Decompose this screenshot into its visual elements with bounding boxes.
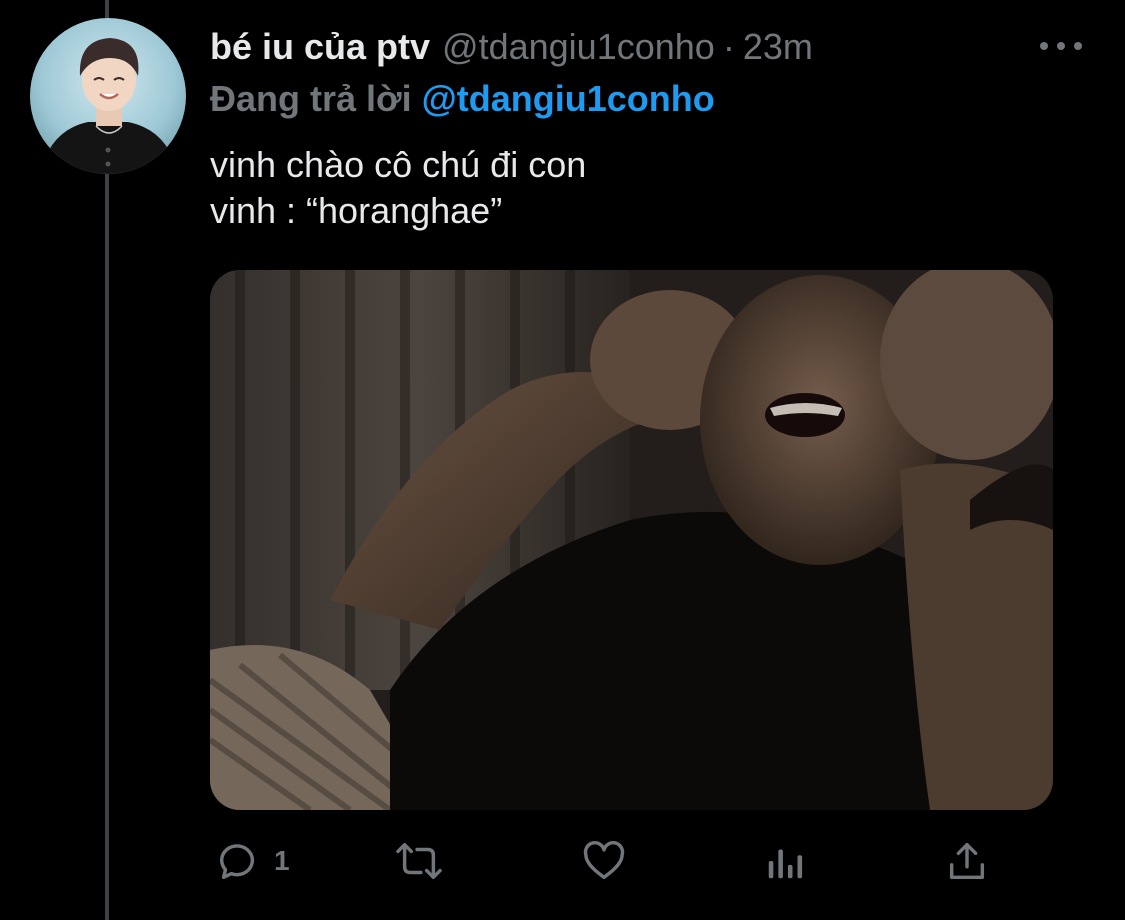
tweet-text-line: vinh : “horanghae” xyxy=(210,190,503,231)
retweet-icon xyxy=(392,838,446,884)
analytics-icon xyxy=(764,838,808,884)
tweet-media[interactable] xyxy=(210,270,1053,810)
share-button[interactable] xyxy=(944,836,990,886)
display-name[interactable]: bé iu của ptv xyxy=(210,26,430,68)
more-options-icon[interactable] xyxy=(1040,36,1082,56)
reply-button[interactable]: 1 xyxy=(214,836,290,886)
dot-icon xyxy=(1057,42,1065,50)
timestamp[interactable]: 23m xyxy=(743,26,813,68)
replying-to-label: Đang trả lời xyxy=(210,78,412,119)
reply-count: 1 xyxy=(274,845,290,876)
share-icon xyxy=(944,838,990,884)
tweet-action-bar: 1 xyxy=(0,836,1125,886)
avatar[interactable] xyxy=(30,18,186,174)
reply-icon xyxy=(214,838,260,884)
replying-to: Đang trả lời @tdangiu1conho xyxy=(210,78,715,120)
analytics-button[interactable] xyxy=(764,836,808,886)
tweet-text-line: vinh chào cô chú đi con xyxy=(210,144,587,185)
dot-icon xyxy=(1074,42,1082,50)
tweet-text: vinh chào cô chú đi con vinh : “horangha… xyxy=(210,142,586,234)
tweet-container: bé iu của ptv @tdangiu1conho · 23m Đang … xyxy=(0,0,1125,920)
user-handle[interactable]: @tdangiu1conho xyxy=(442,26,715,68)
separator-dot: · xyxy=(722,26,735,67)
tweet-header: bé iu của ptv @tdangiu1conho · 23m xyxy=(210,26,813,70)
dot-icon xyxy=(1040,42,1048,50)
like-button[interactable] xyxy=(580,836,628,886)
like-icon xyxy=(580,838,628,884)
retweet-button[interactable] xyxy=(392,836,446,886)
reply-mention-link[interactable]: @tdangiu1conho xyxy=(422,78,715,119)
